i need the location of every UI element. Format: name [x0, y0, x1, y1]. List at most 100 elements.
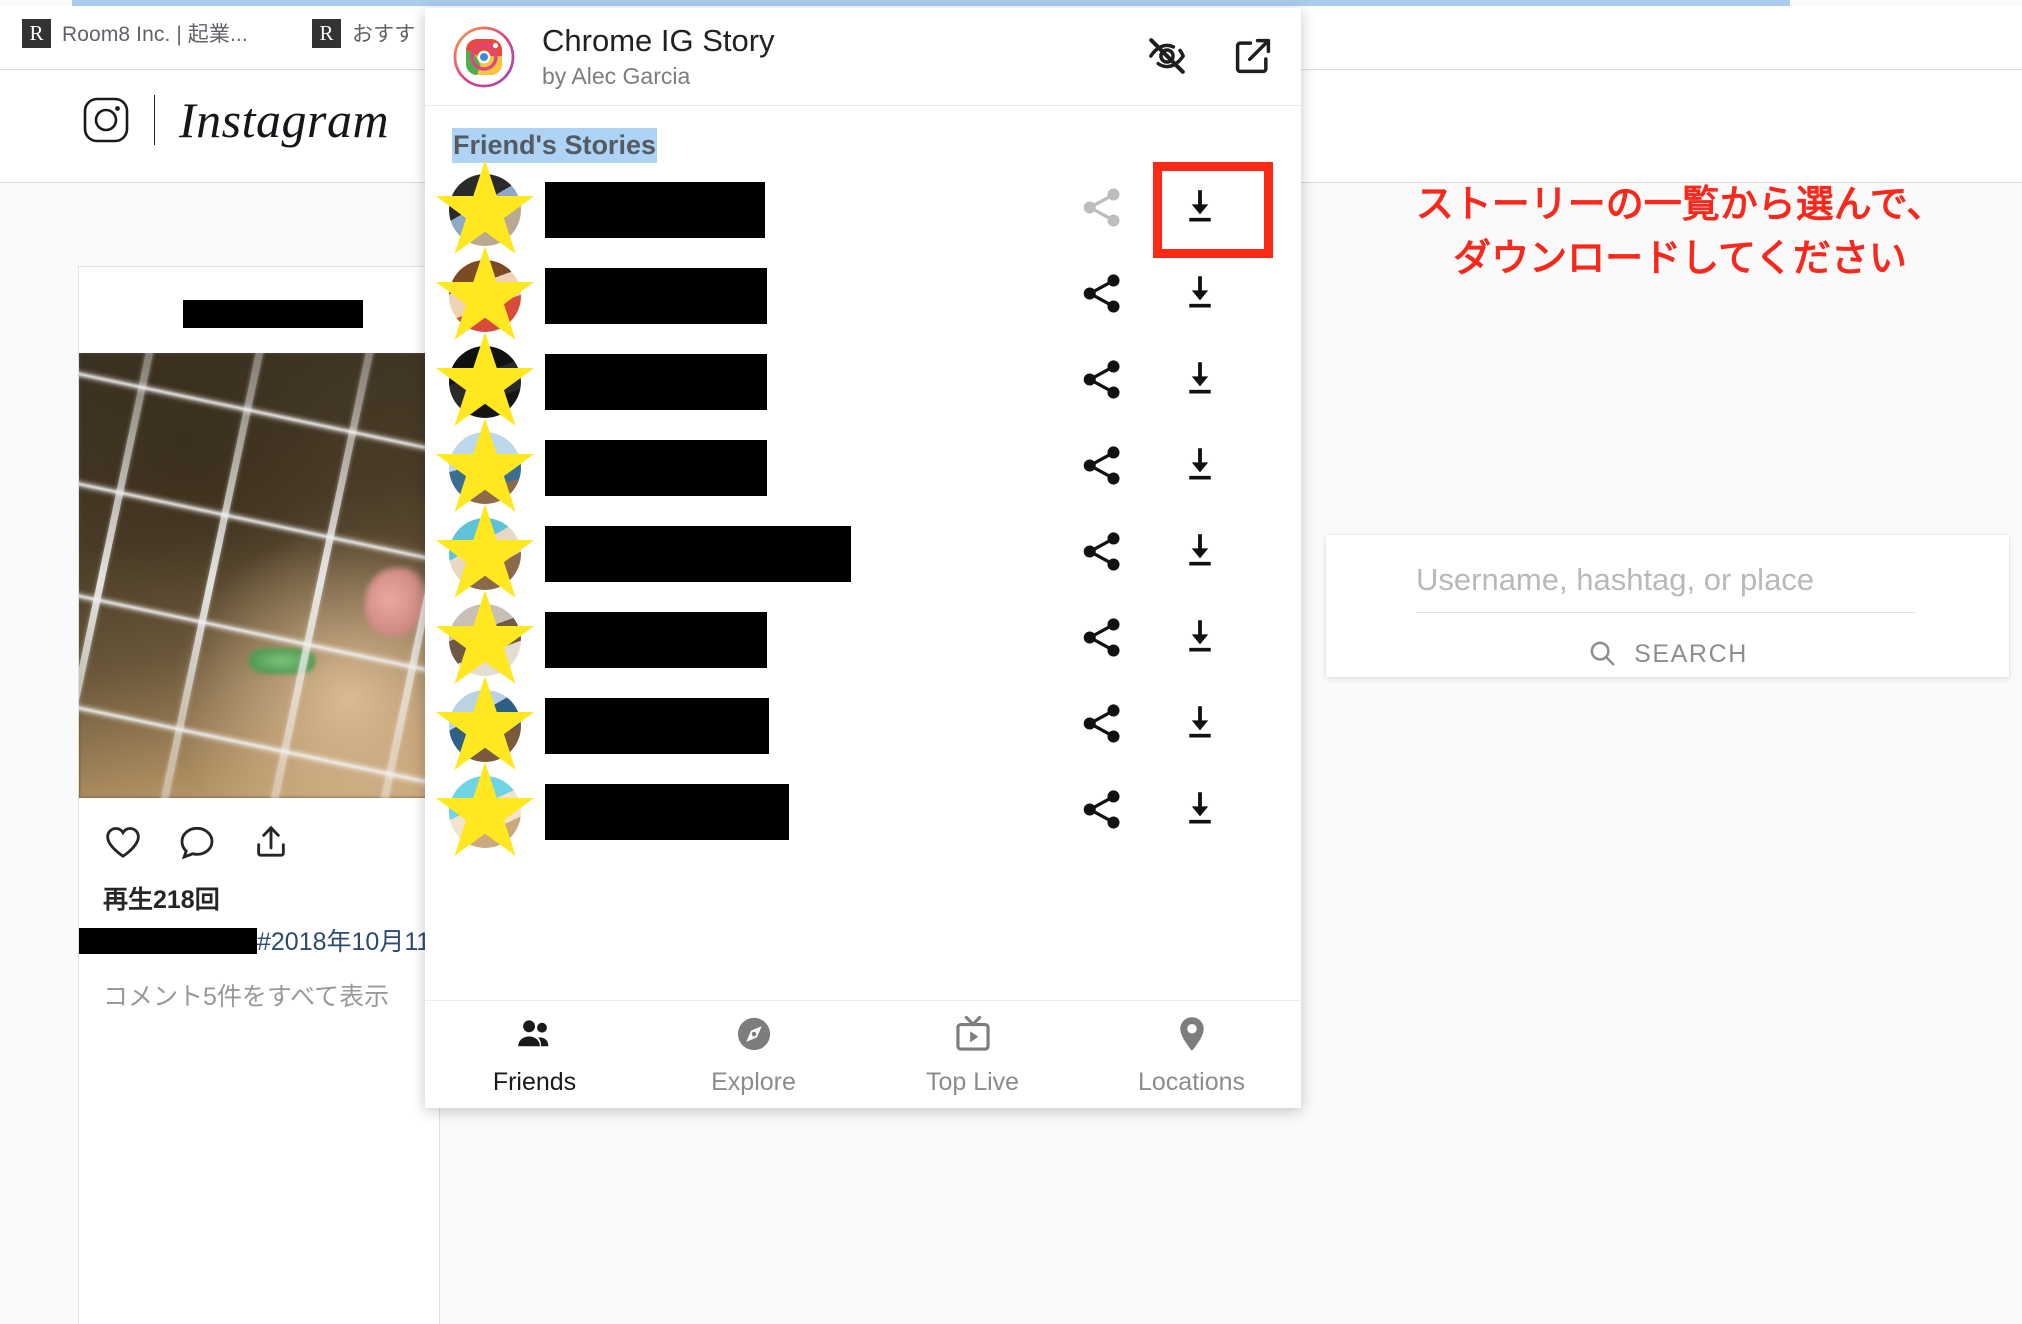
post-play-count: 再生218回	[103, 886, 220, 914]
nav-item-label: Top Live	[925, 1067, 1020, 1096]
story-row-actions	[1001, 425, 1301, 511]
story-row[interactable]: ★	[425, 146, 1301, 274]
share-icon[interactable]	[1079, 529, 1125, 580]
chrome-instagram-logo-icon	[452, 25, 516, 89]
extension-author: by Alec Garcia	[542, 62, 691, 89]
annotation-callout-text: ストーリーの一覧から選んで、 ダウンロードしてください	[1380, 178, 1980, 286]
story-row[interactable]: ★	[425, 404, 1301, 532]
post-caption: #2018年10月11日 続きを読む	[79, 922, 587, 958]
instagram-search-card: SEARCH	[1326, 535, 2009, 677]
story-row[interactable]: ★	[425, 576, 1301, 704]
compass-icon	[733, 1013, 775, 1060]
story-username-redaction	[545, 698, 769, 754]
chrome-ig-story-popup: Chrome IG Story by Alec Garcia Friend's …	[425, 8, 1301, 1108]
avatar	[449, 174, 521, 246]
caption-username-redaction	[79, 928, 257, 954]
story-list: ★ ★ ★ ★ ★ ★ ★ ★	[425, 146, 1301, 876]
nav-item-top-live[interactable]: Top Live	[863, 1013, 1082, 1097]
story-username-redaction	[545, 526, 851, 582]
favicon-icon: R	[22, 18, 51, 48]
popup-header: Chrome IG Story by Alec Garcia	[425, 8, 1301, 106]
story-username-redaction	[545, 612, 767, 668]
avatar	[449, 776, 521, 848]
nav-item-friends[interactable]: Friends	[425, 1013, 644, 1097]
browser-tab-1[interactable]: R おすす	[312, 18, 415, 48]
share-icon[interactable]	[1079, 357, 1125, 408]
story-username-redaction	[545, 784, 789, 840]
story-row[interactable]: ★	[425, 232, 1301, 360]
instagram-camera-icon	[82, 96, 130, 144]
share-upload-icon[interactable]	[251, 822, 291, 862]
avatar	[449, 690, 521, 762]
download-icon[interactable]	[1177, 701, 1223, 752]
instagram-wordmark: Instagram	[179, 92, 390, 148]
story-row-actions	[1001, 683, 1301, 769]
nav-item-label: Locations	[1137, 1067, 1246, 1096]
avatar	[449, 518, 521, 590]
avatar	[449, 604, 521, 676]
download-icon[interactable]	[1177, 787, 1223, 838]
story-username-redaction	[545, 354, 767, 410]
browser-tab-title: おすす	[352, 23, 416, 46]
story-username-redaction	[545, 440, 767, 496]
nav-item-explore[interactable]: Explore	[644, 1013, 863, 1097]
story-row-actions	[1001, 597, 1301, 683]
annotation-line-2: ダウンロードしてください	[1453, 235, 1907, 280]
story-row[interactable]: ★	[425, 490, 1301, 618]
eye-off-icon[interactable]	[1145, 34, 1189, 83]
post-header	[79, 267, 439, 353]
share-icon[interactable]	[1079, 787, 1125, 838]
story-avatar-cell: ★	[425, 404, 545, 532]
avatar	[449, 346, 521, 418]
story-avatar-cell: ★	[425, 662, 545, 790]
post-view-comments-link[interactable]: コメント5件をすべて表示	[103, 977, 389, 1013]
download-icon[interactable]	[1177, 185, 1223, 236]
map-pin-icon	[1171, 1013, 1213, 1060]
story-row-actions	[1001, 339, 1301, 425]
download-icon[interactable]	[1177, 443, 1223, 494]
favicon-icon: R	[312, 18, 341, 48]
friends-stories-heading: Friend's Stories	[452, 128, 657, 163]
tv-play-icon	[952, 1013, 994, 1060]
open-external-icon[interactable]	[1231, 34, 1275, 83]
story-row[interactable]: ★	[425, 318, 1301, 446]
nav-item-locations[interactable]: Locations	[1082, 1013, 1301, 1097]
section-title-wrap: Friend's Stories	[425, 106, 1301, 167]
story-avatar-cell: ★	[425, 490, 545, 618]
annotation-line-1: ストーリーの一覧から選んで、	[1415, 182, 1945, 226]
story-avatar-cell: ★	[425, 576, 545, 704]
people-icon	[514, 1013, 556, 1060]
share-icon[interactable]	[1079, 701, 1125, 752]
heart-icon[interactable]	[103, 822, 143, 862]
instagram-brand[interactable]: Instagram	[82, 95, 389, 145]
post-photo[interactable]	[79, 353, 439, 798]
browser-tab-0[interactable]: R Room8 Inc. | 起業...	[22, 18, 248, 48]
magnifier-icon	[1587, 638, 1617, 671]
share-icon[interactable]	[1079, 271, 1125, 322]
browser-tab-title: Room8 Inc. | 起業...	[62, 23, 248, 46]
story-row[interactable]: ★	[425, 662, 1301, 790]
share-icon[interactable]	[1079, 443, 1125, 494]
story-row-actions	[1001, 162, 1301, 258]
download-icon[interactable]	[1177, 529, 1223, 580]
comment-bubble-icon[interactable]	[177, 822, 217, 862]
nav-item-label: Explore	[711, 1067, 796, 1096]
download-icon[interactable]	[1177, 357, 1223, 408]
share-icon[interactable]	[1079, 185, 1125, 236]
story-row[interactable]: ★	[425, 748, 1301, 876]
story-avatar-cell: ★	[425, 318, 545, 446]
post-username-redaction	[183, 300, 363, 328]
download-icon[interactable]	[1177, 615, 1223, 666]
share-icon[interactable]	[1079, 615, 1125, 666]
popup-bottom-nav: Friends Explore Top Live Locations	[425, 1000, 1301, 1108]
search-input[interactable]	[1416, 562, 1916, 613]
popup-title-block: Chrome IG Story by Alec Garcia	[542, 23, 775, 90]
story-row-actions	[1001, 253, 1301, 339]
story-avatar-cell: ★	[425, 146, 545, 274]
story-username-redaction	[545, 268, 767, 324]
extension-title: Chrome IG Story	[542, 23, 775, 59]
download-icon[interactable]	[1177, 271, 1223, 322]
post-action-bar	[79, 798, 439, 886]
story-username-redaction	[545, 182, 765, 238]
search-button[interactable]: SEARCH	[1326, 631, 2009, 677]
